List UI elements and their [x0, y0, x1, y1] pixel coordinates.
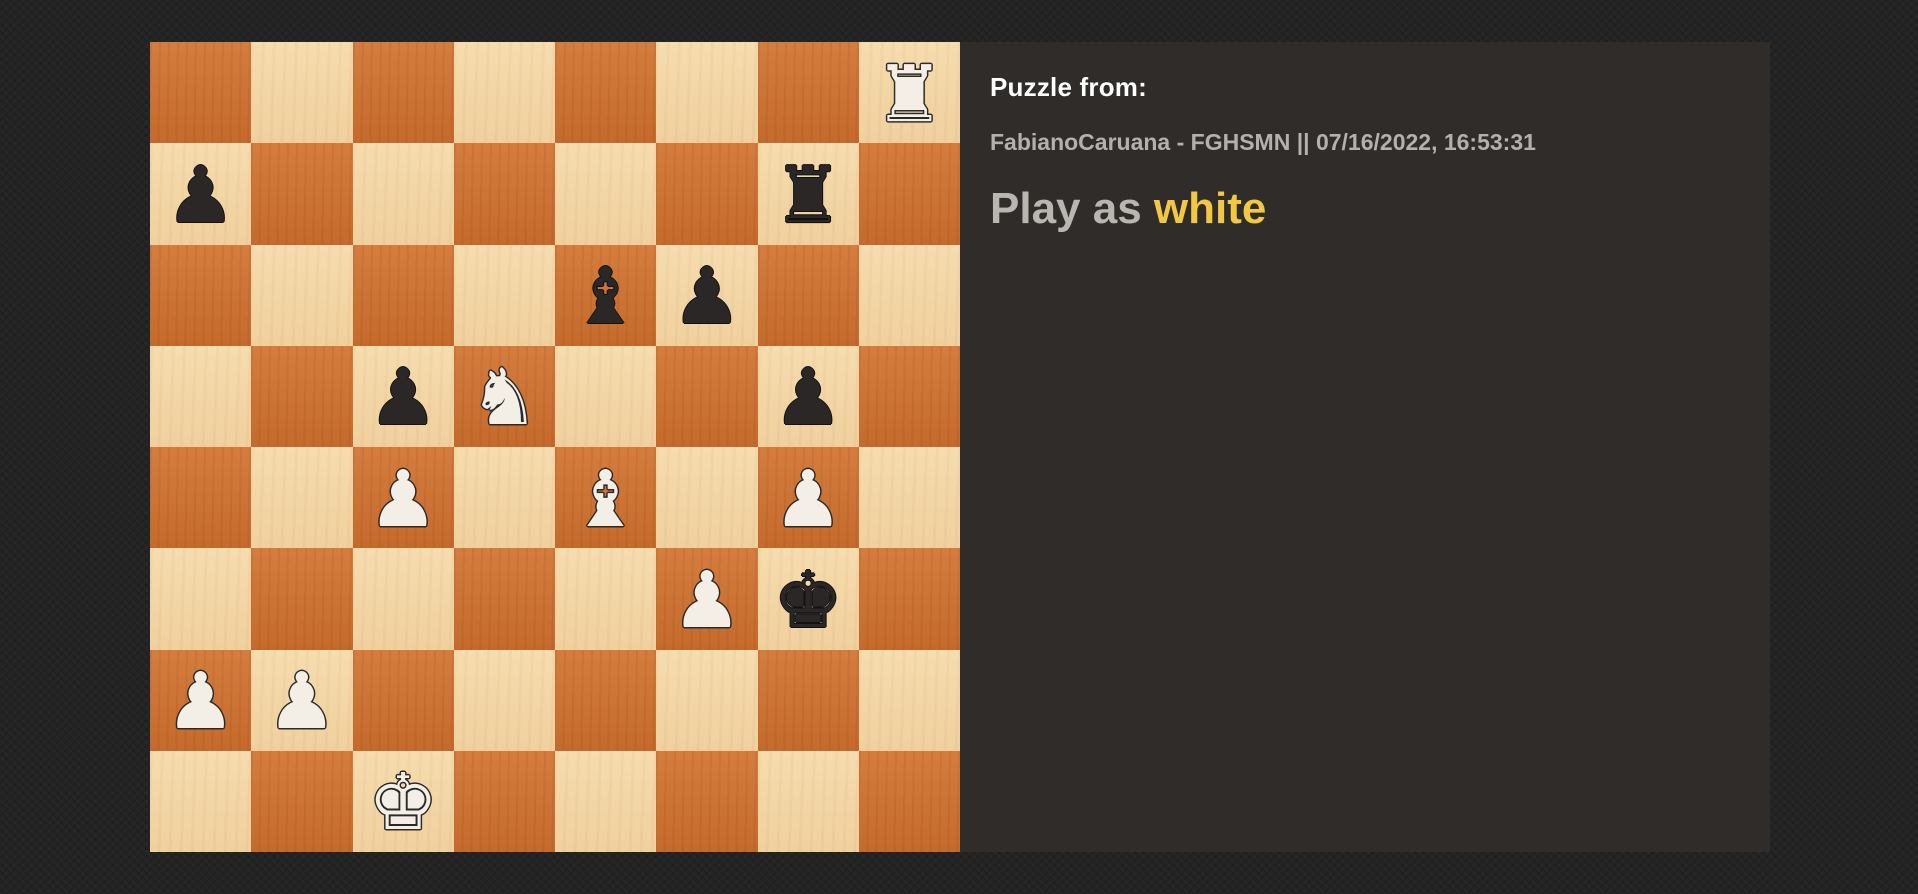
square-g4[interactable]: ♟ [757, 447, 859, 549]
square-b1[interactable] [251, 750, 353, 852]
square-e7[interactable] [555, 143, 657, 245]
square-b8[interactable] [251, 42, 353, 144]
square-f3[interactable]: ♟ [656, 548, 758, 650]
puzzle-source-title: Puzzle from: [990, 72, 1147, 102]
square-b2[interactable]: ♟ [251, 649, 353, 751]
square-h5[interactable] [858, 345, 960, 447]
white-knight-icon[interactable]: ♞ [469, 359, 539, 437]
square-b6[interactable] [251, 244, 353, 346]
play-as-prefix: Play as [990, 184, 1142, 233]
square-a4[interactable] [150, 447, 252, 549]
white-pawn-icon[interactable]: ♟ [267, 663, 337, 741]
square-f6[interactable]: ♟ [656, 244, 758, 346]
square-f7[interactable] [656, 143, 758, 245]
square-b3[interactable] [251, 548, 353, 650]
white-pawn-icon[interactable]: ♟ [672, 562, 742, 640]
square-c6[interactable] [352, 244, 454, 346]
square-c3[interactable] [352, 548, 454, 650]
white-rook-icon[interactable]: ♜ [874, 56, 944, 134]
white-bishop-icon[interactable]: ♝ [571, 461, 641, 539]
square-d7[interactable] [453, 143, 555, 245]
square-a6[interactable] [150, 244, 252, 346]
play-as-label: Play as white [990, 184, 1740, 234]
square-d8[interactable] [453, 42, 555, 144]
square-c2[interactable] [352, 649, 454, 751]
square-g8[interactable] [757, 42, 859, 144]
square-e5[interactable] [555, 345, 657, 447]
square-h6[interactable] [858, 244, 960, 346]
black-king-icon[interactable]: ♚ [773, 562, 843, 640]
square-c7[interactable] [352, 143, 454, 245]
square-h3[interactable] [858, 548, 960, 650]
square-c8[interactable] [352, 42, 454, 144]
white-pawn-icon[interactable]: ♟ [368, 461, 438, 539]
play-as-color: white [1153, 184, 1267, 233]
square-e1[interactable] [555, 750, 657, 852]
square-f5[interactable] [656, 345, 758, 447]
square-g1[interactable] [757, 750, 859, 852]
square-h4[interactable] [858, 447, 960, 549]
black-bishop-icon[interactable]: ♝ [571, 258, 641, 336]
square-a3[interactable] [150, 548, 252, 650]
puzzle-info-panel: Puzzle from: FabianoCaruana - FGHSMN || … [960, 42, 1770, 852]
chess-board[interactable]: ♜ ♟ ♜ ♝ ♟ ♟ ♞ ♟ ♟ ♝ ♟ ♟ ♚ ♟ ♟ ♚ [150, 42, 960, 852]
square-e8[interactable] [555, 42, 657, 144]
square-e6[interactable]: ♝ [555, 244, 657, 346]
square-e2[interactable] [555, 649, 657, 751]
square-a5[interactable] [150, 345, 252, 447]
white-king-icon[interactable]: ♚ [368, 764, 438, 842]
square-e4[interactable]: ♝ [555, 447, 657, 549]
square-g2[interactable] [757, 649, 859, 751]
black-pawn-icon[interactable]: ♟ [166, 157, 236, 235]
game-info: FabianoCaruana - FGHSMN || 07/16/2022, 1… [990, 129, 1536, 155]
square-b4[interactable] [251, 447, 353, 549]
square-f1[interactable] [656, 750, 758, 852]
square-g6[interactable] [757, 244, 859, 346]
square-h1[interactable] [858, 750, 960, 852]
square-h2[interactable] [858, 649, 960, 751]
square-h7[interactable] [858, 143, 960, 245]
black-rook-icon[interactable]: ♜ [773, 157, 843, 235]
square-e3[interactable] [555, 548, 657, 650]
white-pawn-icon[interactable]: ♟ [166, 663, 236, 741]
square-f4[interactable] [656, 447, 758, 549]
square-a7[interactable]: ♟ [150, 143, 252, 245]
black-pawn-icon[interactable]: ♟ [368, 359, 438, 437]
square-b7[interactable] [251, 143, 353, 245]
square-g3[interactable]: ♚ [757, 548, 859, 650]
square-a2[interactable]: ♟ [150, 649, 252, 751]
square-g5[interactable]: ♟ [757, 345, 859, 447]
square-d6[interactable] [453, 244, 555, 346]
square-c5[interactable]: ♟ [352, 345, 454, 447]
square-c1[interactable]: ♚ [352, 750, 454, 852]
square-c4[interactable]: ♟ [352, 447, 454, 549]
square-d2[interactable] [453, 649, 555, 751]
square-d5[interactable]: ♞ [453, 345, 555, 447]
black-pawn-icon[interactable]: ♟ [773, 359, 843, 437]
white-pawn-icon[interactable]: ♟ [773, 461, 843, 539]
square-d3[interactable] [453, 548, 555, 650]
black-pawn-icon[interactable]: ♟ [672, 258, 742, 336]
square-h8[interactable]: ♜ [858, 42, 960, 144]
square-g7[interactable]: ♜ [757, 143, 859, 245]
square-d4[interactable] [453, 447, 555, 549]
square-f8[interactable] [656, 42, 758, 144]
square-a1[interactable] [150, 750, 252, 852]
square-f2[interactable] [656, 649, 758, 751]
square-a8[interactable] [150, 42, 252, 144]
square-b5[interactable] [251, 345, 353, 447]
square-d1[interactable] [453, 750, 555, 852]
